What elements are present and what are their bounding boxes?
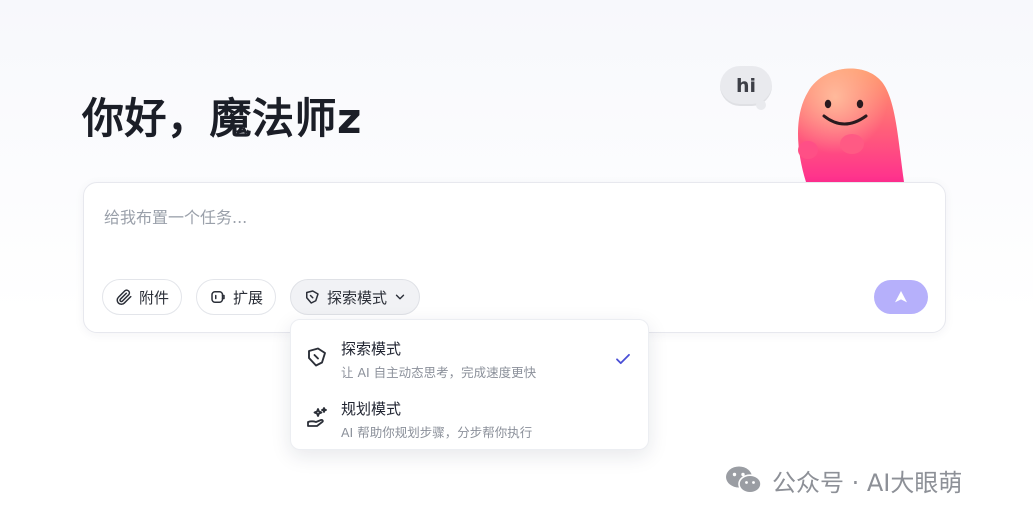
attach-label: 附件 (139, 288, 170, 307)
mode-option-explore[interactable]: 探索模式 让 AI 自主动态思考，完成速度更快 (291, 328, 648, 386)
mode-selector-label: 探索模式 (327, 288, 388, 307)
watermark: 公众号 · AI大眼萌 (724, 462, 962, 498)
mode-selector-button[interactable]: 探索模式 (290, 279, 421, 315)
composer-card: 附件 扩展 探索模式 (83, 182, 946, 333)
mode-option-title: 探索模式 (341, 340, 402, 358)
extension-plug-icon (211, 291, 225, 303)
wechat-icon (726, 466, 762, 494)
extensions-button[interactable]: 扩展 (196, 279, 277, 315)
plan-sparkle-hand-icon (307, 407, 327, 427)
mode-option-description: AI 帮助你规划步骤，分步帮你执行 (341, 425, 533, 440)
mode-option-description: 让 AI 自主动态思考，完成速度更快 (341, 365, 537, 380)
speech-bubble: hi (720, 66, 772, 110)
mascot-illustration: hi (720, 54, 920, 184)
speech-bubble-text: hi (735, 75, 757, 97)
chevron-down-icon (395, 294, 405, 300)
send-button[interactable] (874, 280, 928, 314)
mode-option-title: 规划模式 (341, 400, 402, 418)
send-arrow-icon (895, 291, 907, 303)
explore-shield-icon (308, 347, 326, 367)
extensions-label: 扩展 (233, 288, 264, 307)
task-input[interactable] (102, 201, 806, 233)
mascot-character (798, 68, 904, 182)
checkmark-icon (616, 353, 630, 365)
watermark-text: 公众号 · AI大眼萌 (772, 468, 963, 497)
paperclip-icon (116, 289, 132, 306)
mode-dropdown-menu: 探索模式 让 AI 自主动态思考，完成速度更快 规划模式 AI 帮助你规划步骤，… (290, 319, 649, 450)
explore-shield-icon (306, 290, 319, 304)
greeting-title: 你好，魔法师z (82, 94, 362, 143)
attach-button[interactable]: 附件 (102, 279, 183, 315)
mode-option-plan[interactable]: 规划模式 AI 帮助你规划步骤，分步帮你执行 (291, 388, 648, 446)
